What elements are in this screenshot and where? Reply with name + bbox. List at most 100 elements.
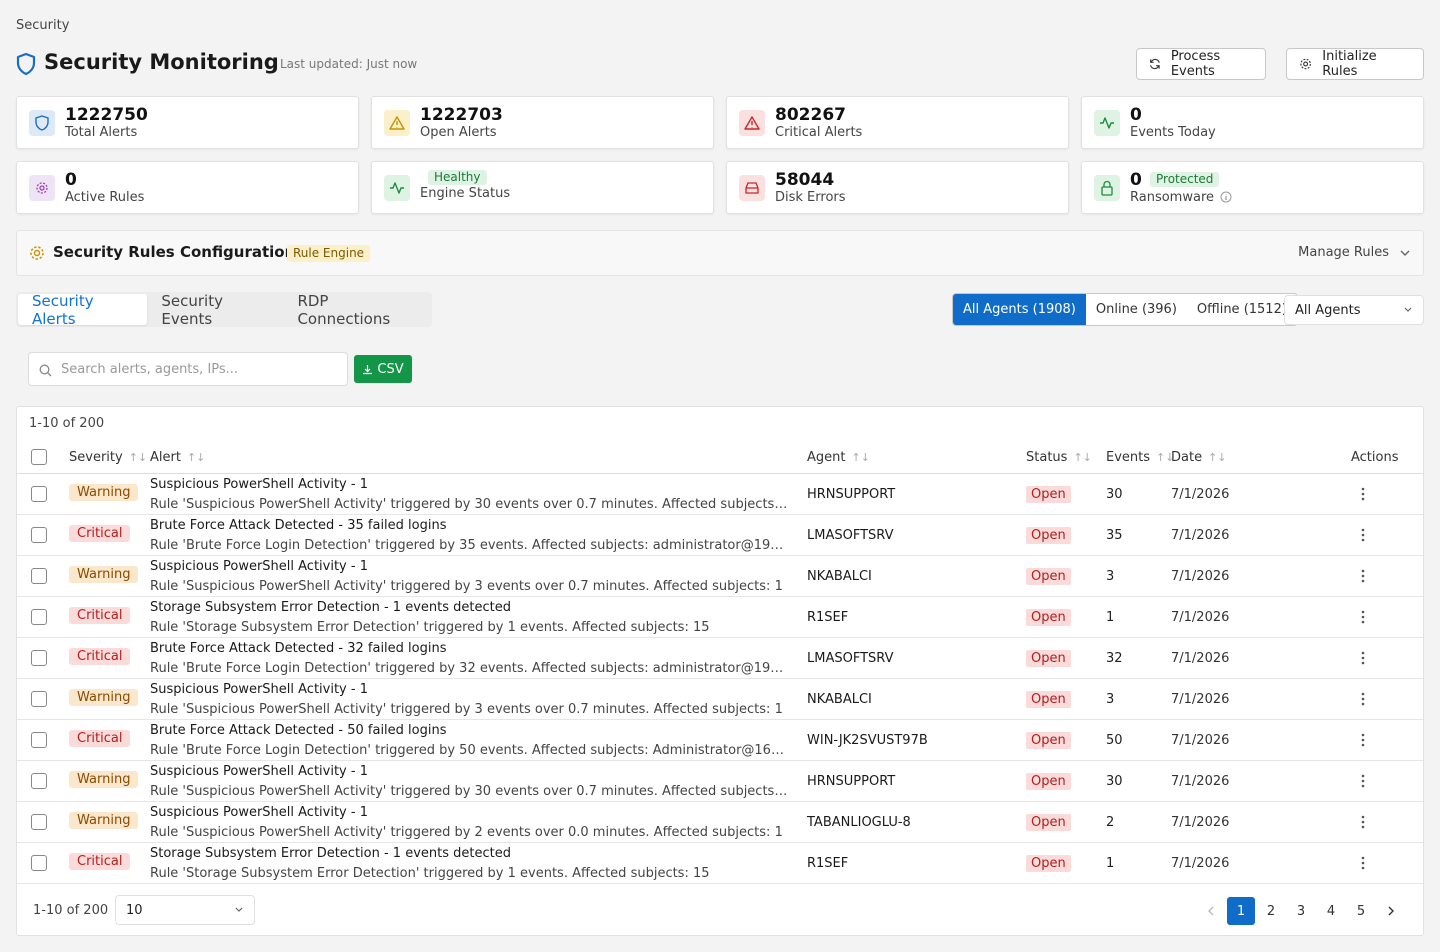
chevron-right-icon: [1388, 906, 1394, 916]
alert-description: Rule 'Suspicious PowerShell Activity' tr…: [150, 497, 790, 512]
chevron-down-icon: [235, 907, 243, 912]
alert-title: Brute Force Attack Detected - 32 failed …: [150, 641, 447, 656]
tab-security-events[interactable]: Security Events: [147, 292, 283, 328]
gear-icon: [1300, 58, 1311, 70]
alert-date: 7/1/2026: [1171, 569, 1230, 584]
agent-name: TABANLIOGLU-8: [807, 815, 911, 830]
page-3-button[interactable]: 3: [1287, 897, 1315, 925]
filter-online-agents[interactable]: Online (396): [1086, 294, 1187, 325]
column-status[interactable]: Status ↑↓: [1026, 450, 1092, 465]
row-checkbox[interactable]: [31, 691, 47, 707]
refresh-icon: [1150, 58, 1160, 70]
more-actions-icon[interactable]: [1357, 691, 1369, 707]
stat-ransomware: 0 Protected Ransomware: [1081, 161, 1424, 214]
select-all-checkbox[interactable]: [31, 449, 47, 465]
tab-rdp-connections[interactable]: RDP Connections: [283, 292, 430, 328]
column-alert[interactable]: Alert ↑↓: [150, 450, 205, 465]
more-actions-icon[interactable]: [1357, 609, 1369, 625]
table-row[interactable]: Warning Suspicious PowerShell Activity - …: [17, 474, 1423, 515]
more-actions-icon[interactable]: [1357, 650, 1369, 666]
severity-badge: Critical: [69, 730, 131, 747]
severity-badge: Warning: [69, 566, 139, 583]
column-events[interactable]: Events ↑↓: [1106, 450, 1174, 465]
page-1-button[interactable]: 1: [1227, 897, 1255, 925]
page-5-button[interactable]: 5: [1347, 897, 1375, 925]
rules-config-bar[interactable]: Security Rules Configuration Rule Engine…: [16, 230, 1424, 276]
row-checkbox[interactable]: [31, 855, 47, 871]
agent-status-filter: All Agents (1908) Online (396) Offline (…: [952, 293, 1298, 326]
row-checkbox[interactable]: [31, 568, 47, 584]
column-severity[interactable]: Severity ↑↓: [69, 450, 147, 465]
page-size-value: 10: [126, 902, 143, 918]
table-row[interactable]: Critical Brute Force Attack Detected - 35…: [17, 515, 1423, 556]
page-2-button[interactable]: 2: [1257, 897, 1285, 925]
activity-icon: [384, 175, 410, 201]
pagination: 1 2 3 4 5: [1195, 897, 1405, 925]
row-checkbox[interactable]: [31, 527, 47, 543]
alert-title: Suspicious PowerShell Activity - 1: [150, 682, 368, 697]
more-actions-icon[interactable]: [1357, 855, 1369, 871]
table-row[interactable]: Critical Storage Subsystem Error Detectio…: [17, 843, 1423, 884]
more-actions-icon[interactable]: [1357, 732, 1369, 748]
prev-page-button[interactable]: [1197, 897, 1225, 925]
table-row[interactable]: Warning Suspicious PowerShell Activity - …: [17, 761, 1423, 802]
engine-status-badge: Healthy: [428, 170, 487, 185]
more-actions-icon[interactable]: [1357, 814, 1369, 830]
stat-label: Engine Status: [420, 186, 511, 201]
alert-title: Brute Force Attack Detected - 35 failed …: [150, 518, 447, 533]
more-actions-icon[interactable]: [1357, 486, 1369, 502]
alert-date: 7/1/2026: [1171, 487, 1230, 502]
stat-engine-status: Healthy Engine Status: [371, 161, 714, 214]
alert-description: Rule 'Suspicious PowerShell Activity' tr…: [150, 702, 783, 717]
column-agent[interactable]: Agent ↑↓: [807, 450, 870, 465]
table-row[interactable]: Critical Brute Force Attack Detected - 32…: [17, 638, 1423, 679]
table-row[interactable]: Critical Storage Subsystem Error Detectio…: [17, 597, 1423, 638]
row-checkbox[interactable]: [31, 609, 47, 625]
chevron-down-icon: [1404, 307, 1412, 312]
next-page-button[interactable]: [1377, 897, 1405, 925]
table-row[interactable]: Warning Suspicious PowerShell Activity - …: [17, 556, 1423, 597]
manage-rules-toggle[interactable]: Manage Rules: [1298, 245, 1411, 260]
tab-security-alerts[interactable]: Security Alerts: [18, 292, 148, 328]
page-size-select[interactable]: 10: [115, 895, 255, 925]
row-checkbox[interactable]: [31, 773, 47, 789]
page-4-button[interactable]: 4: [1317, 897, 1345, 925]
table-row[interactable]: Critical Brute Force Attack Detected - 50…: [17, 720, 1423, 761]
row-checkbox[interactable]: [31, 486, 47, 502]
stat-label: Events Today: [1130, 125, 1216, 140]
agent-name: LMASOFTSRV: [807, 651, 894, 666]
more-actions-icon[interactable]: [1357, 568, 1369, 584]
row-checkbox[interactable]: [31, 650, 47, 666]
more-actions-icon[interactable]: [1357, 527, 1369, 543]
status-badge: Open: [1026, 855, 1071, 872]
agent-select[interactable]: All Agents: [1284, 295, 1424, 325]
process-events-button[interactable]: Process Events: [1136, 48, 1266, 80]
gear-icon: [30, 246, 44, 260]
alert-date: 7/1/2026: [1171, 815, 1230, 830]
stat-value: 0: [65, 170, 77, 190]
stat-value: 58044: [775, 170, 835, 190]
column-date[interactable]: Date ↑↓: [1171, 450, 1227, 465]
hard-drive-icon: [739, 175, 765, 201]
alert-description: Rule 'Brute Force Login Detection' trigg…: [150, 538, 790, 553]
severity-badge: Critical: [69, 525, 131, 542]
column-label: Alert: [150, 450, 181, 465]
agent-name: HRNSUPPORT: [807, 774, 896, 789]
alert-title: Suspicious PowerShell Activity - 1: [150, 477, 368, 492]
search-input[interactable]: [61, 359, 341, 379]
severity-badge: Critical: [69, 853, 131, 870]
row-checkbox[interactable]: [31, 732, 47, 748]
csv-export-button[interactable]: CSV: [354, 355, 412, 383]
filter-offline-agents[interactable]: Offline (1512): [1187, 294, 1297, 325]
more-actions-icon[interactable]: [1357, 773, 1369, 789]
table-row[interactable]: Warning Suspicious PowerShell Activity - …: [17, 802, 1423, 843]
filter-all-agents[interactable]: All Agents (1908): [953, 294, 1086, 325]
stat-label: Ransomware: [1130, 190, 1232, 205]
row-checkbox[interactable]: [31, 814, 47, 830]
initialize-rules-button[interactable]: Initialize Rules: [1286, 48, 1424, 80]
severity-badge: Warning: [69, 689, 139, 706]
table-row[interactable]: Warning Suspicious PowerShell Activity - …: [17, 679, 1423, 720]
info-icon[interactable]: [1220, 191, 1232, 203]
alert-title: Storage Subsystem Error Detection - 1 ev…: [150, 846, 511, 861]
event-count: 32: [1106, 651, 1123, 666]
